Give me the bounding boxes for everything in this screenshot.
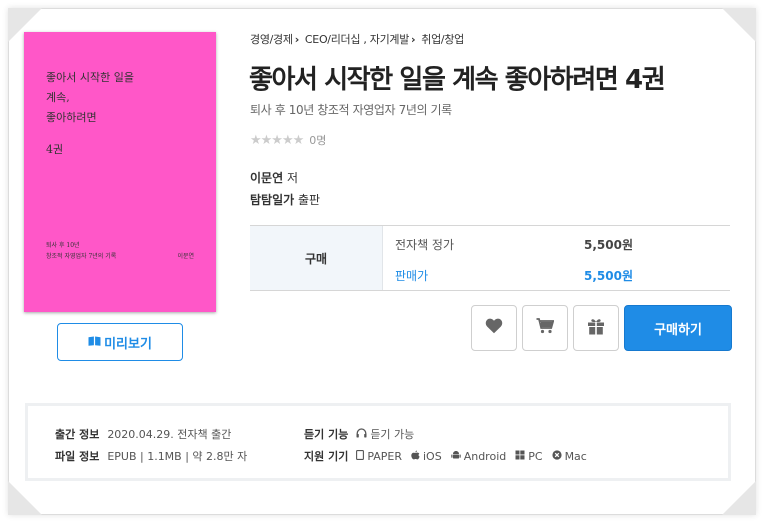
gift-button[interactable] — [573, 305, 619, 351]
wishlist-button[interactable] — [471, 305, 517, 351]
corner-decoration — [722, 481, 756, 515]
info-key: 지원 기기 — [304, 450, 349, 463]
book-info-box: 출간 정보 2020.04.29. 전자책 출간 파일 정보 EPUB | 1.… — [25, 403, 731, 481]
rating: ★★★★★ 0명 — [250, 132, 326, 148]
platform-label: PC — [528, 449, 543, 463]
cover-volume: 4권 — [46, 143, 64, 156]
device-info: 지원 기기 PAPER iOS Android PC Mac — [304, 448, 596, 464]
platform-ios: iOS — [411, 450, 442, 463]
sale-price: 5,500원 — [584, 269, 633, 283]
breadcrumb-item[interactable]: 취업/창업 — [421, 33, 464, 46]
cover-author: 이문연 — [177, 253, 194, 260]
platform-label: Android — [463, 449, 507, 463]
file-info: 파일 정보 EPUB | 1.1MB | 약 2.8만 자 — [55, 448, 247, 464]
book-cover[interactable]: 좋아서 시작한 일을 계속, 좋아하려면 4권 퇴사 후 10년 창조적 자영업… — [24, 32, 216, 312]
star-rating-icon: ★★★★★ — [250, 132, 304, 148]
android-icon — [451, 450, 461, 463]
info-value: 듣기 가능 — [370, 428, 415, 441]
corner-decoration — [8, 481, 42, 515]
platform-paper: PAPER — [356, 450, 402, 463]
cover-subtitle: 창조적 자영업자 7년의 기록 — [46, 253, 117, 260]
info-key: 파일 정보 — [55, 450, 100, 463]
book-title: 좋아서 시작한 일을 계속 좋아하려면 4권 — [249, 65, 666, 95]
preview-label: 미리보기 — [104, 336, 152, 352]
publisher-name[interactable]: 탐탐일가 — [250, 193, 294, 207]
paper-device-icon — [356, 449, 365, 463]
price-table: 구매 전자책 정가 5,500원 판매가 5,500원 — [250, 225, 730, 291]
chevron-right-icon: › — [294, 33, 300, 46]
platform-android: Android — [451, 449, 507, 463]
buy-button[interactable]: 구매하기 — [624, 305, 732, 351]
info-key: 듣기 기능 — [304, 428, 349, 441]
list-price: 5,500원 — [584, 238, 633, 252]
breadcrumb-item[interactable]: CEO/리더십 , 자기계발 — [305, 33, 409, 46]
mac-icon — [551, 449, 562, 463]
breadcrumb-item[interactable]: 경영/경제 — [250, 33, 293, 46]
cover-subtitle: 퇴사 후 10년 — [46, 242, 80, 249]
book-open-icon — [88, 336, 101, 349]
sale-price-label: 판매가 — [395, 269, 429, 283]
list-price-label: 전자책 정가 — [395, 238, 455, 252]
headphones-icon — [356, 427, 367, 441]
heart-icon — [485, 318, 503, 338]
listen-info: 듣기 기능 듣기 가능 — [304, 426, 414, 442]
platform-pc: PC — [515, 449, 543, 463]
purchase-label: 구매 — [250, 226, 383, 290]
rating-count: 0명 — [309, 134, 327, 147]
publication-info: 출간 정보 2020.04.29. 전자책 출간 — [55, 426, 231, 442]
corner-decoration — [722, 8, 756, 42]
platform-mac: Mac — [551, 449, 587, 463]
platform-label: PAPER — [367, 449, 402, 463]
cover-title-line: 계속, — [46, 91, 70, 104]
chevron-right-icon: › — [411, 33, 416, 46]
platform-label: iOS — [423, 449, 442, 463]
info-value: EPUB | 1.1MB | 약 2.8만 자 — [107, 450, 248, 463]
cover-title-line: 좋아서 시작한 일을 — [46, 71, 134, 84]
author-line: 이문연 저 — [250, 169, 298, 186]
author-suffix: 저 — [286, 171, 298, 185]
platform-label: Mac — [564, 449, 587, 463]
info-key: 출간 정보 — [55, 428, 100, 441]
publisher-suffix: 출판 — [298, 193, 321, 207]
cart-icon — [536, 318, 555, 338]
preview-button[interactable]: 미리보기 — [57, 323, 183, 361]
cover-title-line: 좋아하려면 — [46, 111, 97, 124]
gift-icon — [587, 318, 605, 339]
breadcrumb: 경영/경제 › CEO/리더십 , 자기계발 › 취업/창업 — [250, 31, 464, 47]
author-name[interactable]: 이문연 — [250, 171, 283, 185]
info-value: 2020.04.29. 전자책 출간 — [107, 428, 232, 441]
apple-icon — [411, 450, 420, 463]
book-subtitle: 퇴사 후 10년 창조적 자영업자 7년의 기록 — [250, 103, 452, 117]
cart-button[interactable] — [522, 305, 568, 351]
windows-icon — [515, 450, 525, 463]
publisher-line: 탐탐일가 출판 — [250, 191, 320, 208]
